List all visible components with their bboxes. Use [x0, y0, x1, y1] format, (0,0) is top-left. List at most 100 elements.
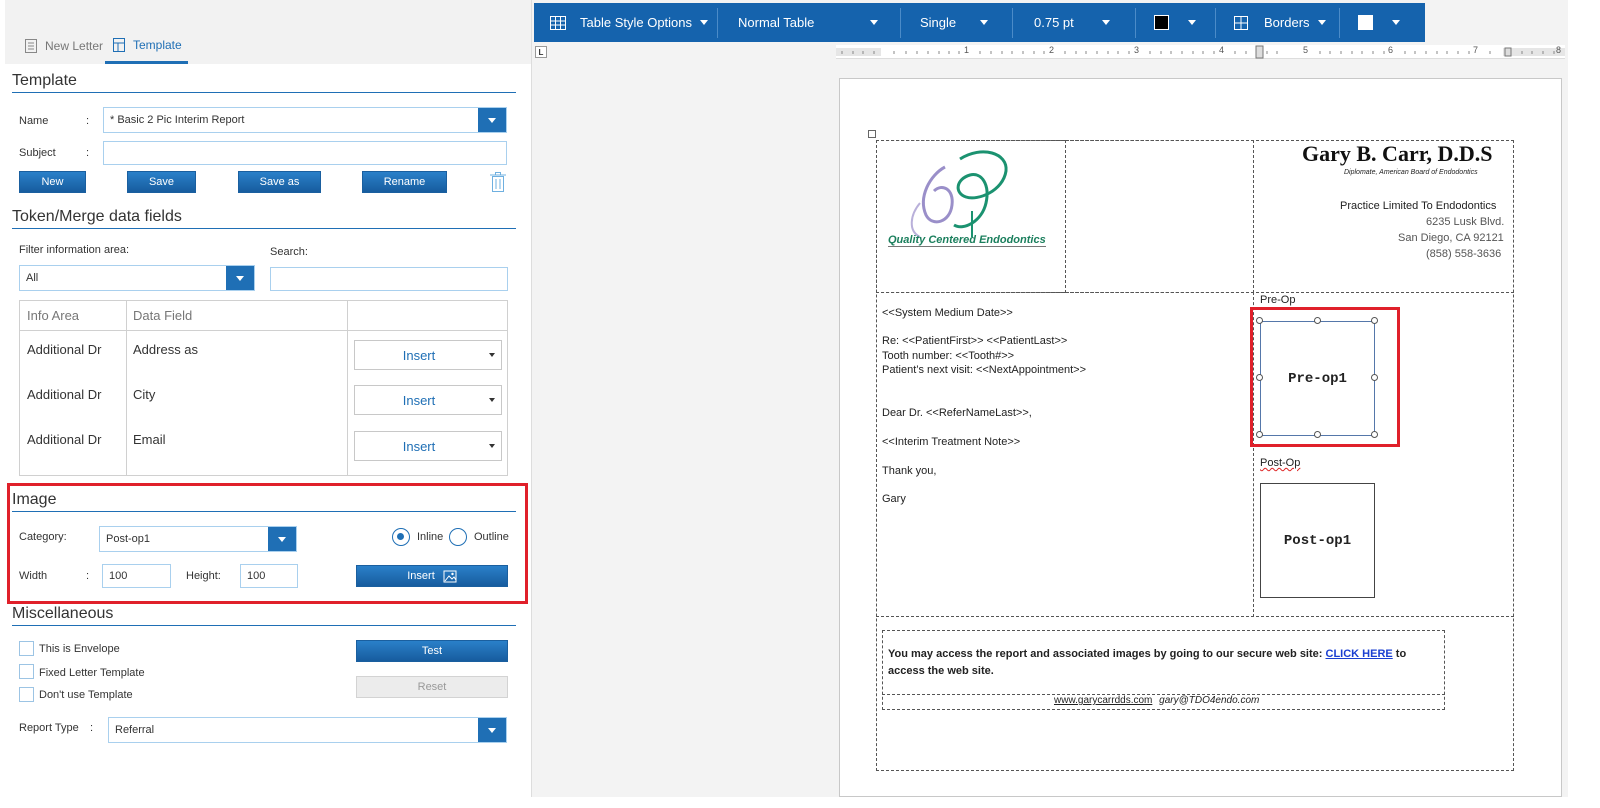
reset-button[interactable]: Reset — [356, 676, 508, 698]
height-input[interactable]: 100 — [240, 564, 298, 588]
caret-down-icon[interactable] — [483, 444, 501, 448]
caret-down-icon — [700, 20, 709, 25]
subject-input[interactable] — [103, 141, 507, 165]
date-token: <<System Medium Date>> — [882, 307, 1013, 319]
shading-picker[interactable] — [1358, 3, 1400, 42]
filter-select[interactable]: All — [19, 265, 255, 291]
resize-handle[interactable] — [1371, 374, 1378, 381]
horizontal-ruler[interactable]: 1 2 3 4 5 6 7 8 — [836, 45, 1565, 59]
practice-line: Practice Limited To Endodontics — [1340, 200, 1497, 212]
misc-section-title: Miscellaneous — [12, 605, 114, 622]
fixed-template-checkbox[interactable] — [19, 664, 34, 679]
no-template-checkbox[interactable] — [19, 687, 34, 702]
line-weight-select[interactable]: 0.75 pt — [1034, 3, 1110, 42]
insert-dropdown-button[interactable]: Insert — [354, 340, 502, 370]
document-icon — [25, 39, 37, 53]
re-line: Re: <<PatientFirst>> <<PatientLast>> — [882, 335, 1068, 347]
doctor-name: Gary B. Carr, D.D.S — [1302, 141, 1493, 166]
left-panel: New Letter Template Template Name : * Ba… — [0, 0, 538, 797]
resize-handle[interactable] — [1256, 431, 1263, 438]
cell-info-area: Additional Dr — [27, 387, 102, 402]
insert-image-label: Insert — [407, 570, 435, 582]
address-line-2: San Diego, CA 92121 — [1398, 232, 1504, 244]
resize-handle[interactable] — [1371, 317, 1378, 324]
document-page[interactable]: Quality Centered Endodontics Gary B. Car… — [839, 78, 1562, 797]
width-input[interactable]: 100 — [102, 564, 171, 588]
category-label: Category: — [19, 531, 67, 543]
new-button[interactable]: New — [19, 171, 86, 193]
resize-handle[interactable] — [1314, 317, 1321, 324]
ruler-mark: 7 — [1473, 45, 1479, 55]
test-button[interactable]: Test — [356, 640, 508, 662]
resize-handle[interactable] — [1256, 317, 1263, 324]
caret-down-icon[interactable] — [483, 398, 501, 402]
website-link[interactable]: www.garycarrdds.com — [1054, 695, 1152, 706]
search-label: Search: — [270, 246, 308, 258]
line-weight-value: 0.75 pt — [1034, 15, 1074, 30]
toolbar-separator — [900, 8, 901, 38]
chevron-down-icon[interactable] — [226, 266, 254, 290]
shading-swatch — [1358, 15, 1373, 30]
tab-stop-selector[interactable]: L — [535, 46, 547, 58]
rename-button[interactable]: Rename — [362, 171, 447, 193]
envelope-label: This is Envelope — [39, 643, 120, 655]
line-style-select[interactable]: Single — [920, 3, 988, 42]
table-style-options-button[interactable]: Table Style Options — [550, 3, 709, 42]
filter-value: All — [26, 272, 39, 284]
footer-message: You may access the report and associated… — [888, 648, 1406, 660]
category-select[interactable]: Post-op1 — [99, 526, 297, 552]
template-section-title: Template — [12, 72, 77, 89]
insert-dropdown-button[interactable]: Insert — [354, 385, 502, 415]
empty-header-cell[interactable] — [1065, 140, 1254, 293]
outline-radio[interactable] — [449, 528, 467, 546]
misc-section-divider — [12, 625, 516, 626]
borders-button[interactable]: Borders — [1234, 3, 1326, 42]
tab-template[interactable]: Template — [105, 28, 188, 64]
document-editor: Table Style Options Normal Table Single … — [531, 0, 1568, 797]
caret-down-icon — [1102, 20, 1110, 25]
color-swatch — [1154, 15, 1169, 30]
insert-dropdown-button[interactable]: Insert — [354, 431, 502, 461]
token-section-divider — [12, 228, 516, 229]
save-button[interactable]: Save — [127, 171, 196, 193]
toolbar-separator — [1215, 8, 1216, 38]
table-style-options-label: Table Style Options — [580, 15, 693, 30]
trash-icon[interactable] — [489, 171, 507, 193]
caret-down-icon[interactable] — [483, 353, 501, 357]
tab-new-letter[interactable]: New Letter — [17, 28, 109, 64]
search-input[interactable] — [270, 267, 508, 291]
template-name-select[interactable]: * Basic 2 Pic Interim Report — [103, 107, 507, 133]
insert-image-button[interactable]: Insert — [356, 565, 508, 587]
ruler-mark: 5 — [1303, 45, 1309, 55]
resize-handle[interactable] — [1314, 431, 1321, 438]
resize-handle[interactable] — [1371, 431, 1378, 438]
caret-down-icon — [870, 20, 878, 25]
preop-image[interactable]: Pre-op1 — [1260, 321, 1375, 436]
report-type-select[interactable]: Referral — [108, 717, 507, 743]
caret-down-icon — [1317, 20, 1326, 25]
toolbar-separator — [1135, 8, 1136, 38]
table-move-handle[interactable] — [868, 130, 876, 138]
insert-label: Insert — [402, 347, 436, 363]
click-here-link[interactable]: CLICK HERE — [1326, 648, 1393, 660]
inline-radio[interactable] — [392, 528, 410, 546]
ruler-mark: 4 — [1219, 45, 1225, 55]
preop-label: Pre-Op — [1260, 294, 1296, 306]
caret-down-icon — [980, 20, 988, 25]
save-as-button[interactable]: Save as — [238, 171, 321, 193]
note-token: <<Interim Treatment Note>> — [882, 436, 1021, 448]
subject-label: Subject — [19, 147, 56, 159]
envelope-checkbox[interactable] — [19, 641, 34, 656]
chevron-down-icon[interactable] — [478, 108, 506, 132]
phone-line: (858) 558-3636 — [1426, 248, 1502, 260]
resize-handle[interactable] — [1256, 374, 1263, 381]
outline-label: Outline — [474, 531, 509, 543]
border-color-picker[interactable] — [1154, 3, 1196, 42]
report-type-value: Referral — [115, 724, 155, 736]
ruler-mark: 1 — [964, 45, 970, 55]
table-style-select[interactable]: Normal Table — [738, 3, 878, 42]
chevron-down-icon[interactable] — [478, 718, 506, 742]
chevron-down-icon[interactable] — [268, 527, 296, 551]
width-label: Width — [19, 570, 48, 582]
postop-image[interactable]: Post-op1 — [1260, 483, 1375, 598]
